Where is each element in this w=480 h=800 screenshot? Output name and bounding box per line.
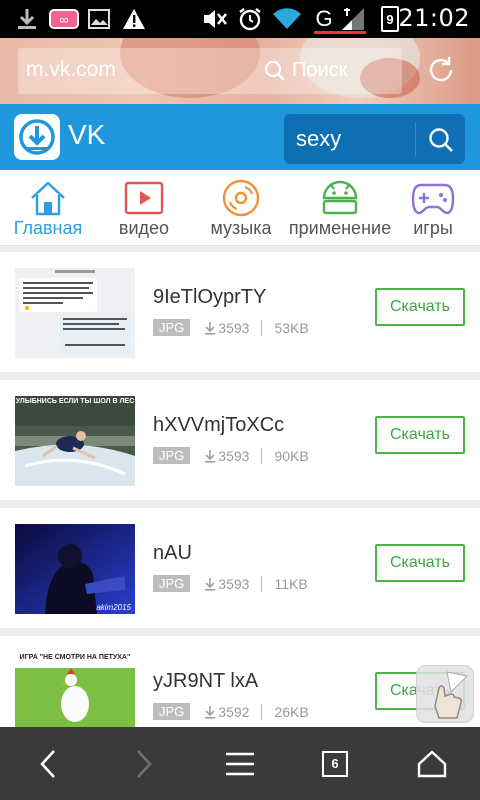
download-count-icon (205, 705, 216, 718)
divider (261, 575, 263, 592)
download-count: 3593 (218, 319, 250, 336)
thumbnail-caption: akim2015 (96, 603, 131, 612)
tab-apps[interactable]: применение (284, 170, 396, 246)
download-icon (12, 0, 42, 38)
item-meta: JPG 3592 26KB (153, 703, 309, 720)
item-title[interactable]: yJR9NT lxA (153, 670, 258, 693)
tab-label: музыка (210, 218, 272, 238)
item-meta: JPG 3593 11KB (153, 575, 308, 592)
format-badge: JPG (153, 703, 191, 720)
search-box[interactable]: sexy (284, 114, 465, 164)
menu-button[interactable] (210, 727, 270, 800)
thumbnail-caption: ИГРА "НЕ СМОТРИ НА ПЕТУХА" (19, 654, 131, 661)
list-item[interactable]: 9IeTlOyprTY JPG 3593 53KB Скачать (0, 252, 480, 372)
gamepad-icon (411, 183, 455, 215)
download-logo-icon (19, 119, 55, 155)
download-count-icon (205, 577, 216, 590)
warning-icon (120, 0, 148, 38)
thumbnail[interactable]: ИГРА "НЕ СМОТРИ НА ПЕТУХА" (15, 652, 135, 728)
download-button[interactable]: Скачать (375, 544, 465, 582)
wifi-icon (270, 0, 304, 38)
file-size: 53KB (274, 319, 309, 336)
voicemail-icon: ∞ (48, 0, 80, 38)
video-icon (124, 181, 164, 215)
item-meta: JPG 3593 90KB (153, 447, 309, 464)
divider (415, 122, 416, 156)
notification-badge: ∞ (49, 9, 79, 29)
network-indicator-underline (314, 31, 366, 34)
alarm-icon (236, 0, 264, 38)
tab-games[interactable]: игры (398, 170, 468, 246)
back-icon (40, 749, 55, 778)
format-badge: JPG (153, 319, 191, 336)
thumbnail-caption: УЛЫБНИСЬ ЕСЛИ ТЫ ШОЛ В ЛЕС (15, 398, 135, 405)
image-icon (86, 0, 112, 38)
browser-search[interactable]: Поиск (264, 59, 347, 82)
file-size: 90KB (274, 447, 309, 464)
battery-level: 9 (381, 6, 399, 32)
app-header: VK sexy (0, 104, 480, 170)
tab-count: 6 (322, 750, 348, 777)
browser-address-bar: m.vk.com Поиск (0, 38, 480, 104)
search-placeholder: Поиск (292, 59, 348, 81)
tab-label: Главная (13, 218, 83, 238)
forward-icon (137, 749, 152, 778)
home-icon (31, 181, 65, 216)
divider (261, 319, 263, 336)
android-icon (322, 180, 358, 215)
divider (261, 447, 263, 464)
status-bar: ∞ G 9 21:02 (0, 0, 480, 38)
music-disc-icon (222, 179, 260, 217)
search-icon[interactable] (428, 127, 454, 153)
thumbnail[interactable]: akim2015 (15, 524, 135, 614)
home-button[interactable] (402, 727, 462, 800)
download-count-icon (205, 321, 216, 334)
menu-icon (226, 752, 254, 775)
download-count-icon (205, 449, 216, 462)
item-title[interactable]: nAU (153, 542, 192, 565)
tab-label: игры (413, 218, 453, 238)
mute-icon (200, 0, 230, 38)
tabs-button[interactable]: 6 (305, 727, 365, 800)
search-input[interactable]: sexy (296, 126, 341, 152)
tab-home[interactable]: Главная (4, 170, 92, 246)
file-size: 26KB (274, 703, 309, 720)
item-meta: JPG 3593 53KB (153, 319, 309, 336)
download-count: 3593 (218, 447, 250, 464)
list-item[interactable]: akim2015 nAU JPG 3593 11KB Скачать (0, 508, 480, 628)
search-icon (264, 60, 285, 81)
home-icon (417, 749, 447, 777)
download-count: 3592 (218, 703, 250, 720)
divider (261, 703, 263, 720)
tab-video[interactable]: видео (104, 170, 184, 246)
forward-button[interactable] (114, 727, 174, 800)
list-item[interactable]: ИГРА "НЕ СМОТРИ НА ПЕТУХА" yJR9NT lxA JP… (0, 636, 480, 728)
url-text[interactable]: m.vk.com (26, 58, 116, 82)
app-logo[interactable] (14, 114, 60, 160)
clock: 21:02 (398, 4, 470, 32)
file-size: 11KB (274, 575, 308, 592)
tab-label: видео (118, 218, 170, 238)
format-badge: JPG (153, 447, 191, 464)
item-title[interactable]: 9IeTlOyprTY (153, 286, 266, 309)
category-tabs: Главная видео музыка применение игры (0, 170, 480, 246)
download-count: 3593 (218, 575, 250, 592)
floating-assist-button[interactable] (416, 665, 474, 723)
tab-label: применение (288, 218, 392, 238)
download-button[interactable]: Скачать (375, 288, 465, 326)
tab-music[interactable]: музыка (198, 170, 284, 246)
item-title[interactable]: hXVVmjToXCc (153, 414, 284, 437)
hand-pointer-icon (434, 671, 469, 719)
browser-bottom-nav: 6 (0, 727, 480, 800)
back-button[interactable] (18, 727, 78, 800)
refresh-button[interactable] (425, 54, 457, 86)
format-badge: JPG (153, 575, 191, 592)
app-title: VK (68, 119, 106, 150)
thumbnail[interactable]: УЛЫБНИСЬ ЕСЛИ ТЫ ШОЛ В ЛЕС (15, 396, 135, 486)
refresh-icon (429, 57, 453, 82)
list-item[interactable]: УЛЫБНИСЬ ЕСЛИ ТЫ ШОЛ В ЛЕС hXVVmjToXCc J… (0, 380, 480, 500)
thumbnail[interactable] (15, 268, 135, 358)
download-button[interactable]: Скачать (375, 416, 465, 454)
